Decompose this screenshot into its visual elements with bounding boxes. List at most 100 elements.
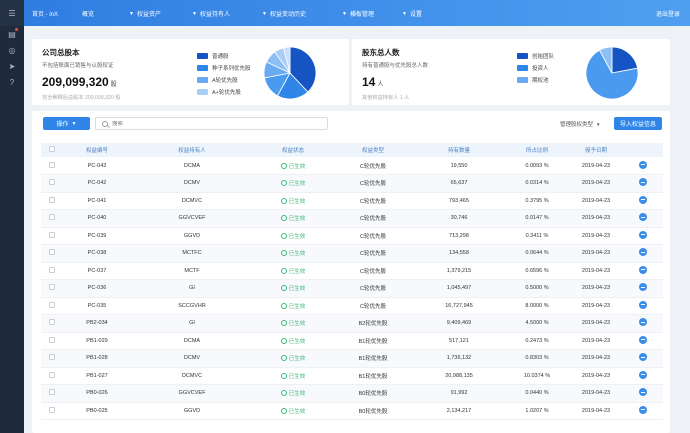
table-cell: 已生效 bbox=[253, 402, 333, 420]
row-action-button[interactable] bbox=[639, 248, 647, 257]
document-icon[interactable]: ▤ bbox=[0, 26, 24, 42]
search-box[interactable] bbox=[95, 117, 328, 130]
sort-equity-type[interactable]: 管理股权类型 ▼ bbox=[560, 120, 600, 128]
check-circle-icon bbox=[280, 390, 287, 397]
table-row[interactable]: PB2-034 GI 已生效 B2轮优先股 9,409,469 4.5000 % 2019-… bbox=[41, 314, 663, 332]
logout-link[interactable]: 退出登录 bbox=[656, 9, 680, 18]
row-checkbox[interactable] bbox=[49, 406, 55, 413]
holders-legend: 创始团队 投资人 期权池 bbox=[517, 52, 554, 88]
row-checkbox[interactable] bbox=[49, 214, 55, 221]
table-row[interactable]: PC-037 MCTF 已生效 C轮优先股 1,379,215 0.6596 % 2019-… bbox=[41, 262, 663, 280]
row-action-button[interactable] bbox=[639, 300, 647, 309]
row-checkbox[interactable] bbox=[49, 354, 55, 361]
table-cell: 0.0093 % bbox=[525, 162, 549, 169]
search-input[interactable] bbox=[112, 120, 312, 127]
row-checkbox[interactable] bbox=[49, 266, 55, 273]
check-circle-icon bbox=[280, 267, 287, 274]
row-action-button[interactable] bbox=[639, 388, 647, 397]
column-header[interactable]: 授予日期 bbox=[569, 143, 623, 157]
row-checkbox[interactable] bbox=[49, 161, 55, 168]
row-action-button[interactable] bbox=[639, 178, 647, 187]
legend-swatch bbox=[517, 77, 528, 83]
table-cell: GGVCVEF bbox=[178, 215, 206, 222]
row-checkbox[interactable] bbox=[49, 196, 55, 203]
table-cell: 已生效 bbox=[253, 262, 333, 280]
row-action-button[interactable] bbox=[639, 370, 647, 379]
caret-down-icon: ▼ bbox=[402, 10, 407, 17]
table-cell: 已生效 bbox=[253, 210, 333, 228]
table-cell: 30,746 bbox=[450, 215, 468, 222]
table-row[interactable]: PB0-025 GGVD 已生效 B0轮优先股 2,134,217 1.0207 % 201… bbox=[41, 402, 663, 420]
caret-down-icon: ▼ bbox=[129, 10, 134, 17]
send-icon[interactable]: ➤ bbox=[0, 58, 24, 74]
import-equity-button[interactable]: 导入权益信息 bbox=[614, 117, 662, 130]
row-checkbox[interactable] bbox=[49, 371, 55, 378]
table-cell: 19,550 bbox=[450, 162, 468, 169]
table-row[interactable]: PB1-029 DCMA 已生效 B1轮优先股 517,121 0.2473 % 2019-… bbox=[41, 332, 663, 350]
table-row[interactable]: PC-038 MCTFC 已生效 C轮优先股 134,558 0.0644 % 2019-0… bbox=[41, 244, 663, 262]
check-circle-icon bbox=[280, 232, 287, 239]
legend-swatch bbox=[197, 77, 208, 83]
table-row[interactable]: PC-043 DCMA 已生效 C轮优先股 19,550 0.0093 % 2019-04-… bbox=[41, 157, 663, 175]
column-header[interactable]: 权益状态 bbox=[253, 143, 333, 157]
row-action-button[interactable] bbox=[639, 213, 647, 222]
table-cell: 2019-04-23 bbox=[581, 215, 611, 222]
table-row[interactable]: PC-042 DCMV 已生效 C轮优先股 65,637 0.0314 % 2019-04-… bbox=[41, 174, 663, 192]
row-action-button[interactable] bbox=[639, 283, 647, 292]
table-row[interactable]: PC-041 DCMVC 已生效 C轮优先股 793,465 0.3795 % 2019-0… bbox=[41, 192, 663, 210]
nav-item-4[interactable]: ▼ 横板管理 bbox=[342, 9, 374, 19]
column-header[interactable]: 持有数量 bbox=[413, 143, 505, 157]
row-action-button[interactable] bbox=[639, 318, 647, 327]
operations-button[interactable]: 操作 ▼ bbox=[43, 117, 90, 130]
row-action-button[interactable] bbox=[639, 160, 647, 169]
nav-item-5[interactable]: ▼ 设置 bbox=[402, 9, 422, 19]
equity-table: 权益编号 权益持有人 权益状态 权益类型 持有数量 所占比例 授予日期 PC-043 DCMA… bbox=[41, 143, 663, 420]
row-checkbox[interactable] bbox=[49, 336, 55, 343]
legend-item: 创始团队 bbox=[517, 52, 554, 60]
check-circle-icon bbox=[280, 197, 287, 204]
row-checkbox[interactable] bbox=[49, 389, 55, 396]
table-row[interactable]: PB1-027 DCMVC 已生效 B1轮优先股 20,988,135 10.0374 %… bbox=[41, 367, 663, 385]
nav-item-0[interactable]: 概览 bbox=[82, 9, 94, 18]
column-header[interactable]: 权益编号 bbox=[63, 143, 131, 157]
row-action-button[interactable] bbox=[639, 335, 647, 344]
column-header[interactable]: 权益持有人 bbox=[131, 143, 253, 157]
brand[interactable]: 首页 - inX bbox=[24, 9, 82, 18]
notification-dot bbox=[15, 28, 18, 31]
help-icon[interactable]: ? bbox=[0, 74, 24, 90]
table-row[interactable]: PC-040 GGVCVEF 已生效 C轮优先股 30,746 0.0147 % 2019-… bbox=[41, 209, 663, 228]
nav-item-2[interactable]: ▼ 权益持有人 bbox=[192, 9, 230, 19]
table-row[interactable]: PB1-028 DCMV 已生效 B1轮优先股 1,736,132 0.8303 % 201… bbox=[41, 349, 663, 367]
nav-item-3[interactable]: ▼ 权益变动历史 bbox=[262, 9, 306, 19]
table-cell: MCTF bbox=[184, 267, 200, 274]
row-checkbox[interactable] bbox=[49, 284, 55, 291]
table-row[interactable]: PB0-026 GGVCVEF 已生效 B0轮优先股 91,992 0.0440 % 201… bbox=[41, 384, 663, 402]
table-row[interactable]: PC-039 GGVD 已生效 C轮优先股 713,298 0.3411 % 2019-04… bbox=[41, 227, 663, 245]
legend-item: 期权池 bbox=[517, 76, 554, 84]
table-cell: B1轮优先股 bbox=[358, 338, 388, 345]
row-checkbox[interactable] bbox=[49, 249, 55, 256]
table-cell: MCTFC bbox=[182, 250, 202, 257]
row-action-button[interactable] bbox=[639, 353, 647, 362]
chat-icon[interactable]: ◎ bbox=[0, 42, 24, 58]
row-action-button[interactable] bbox=[639, 230, 647, 239]
row-action-button[interactable] bbox=[639, 265, 647, 274]
column-header[interactable]: 所占比例 bbox=[505, 143, 569, 157]
table-cell: DCMV bbox=[183, 355, 201, 362]
row-checkbox[interactable] bbox=[49, 231, 55, 238]
table-row[interactable]: PC-036 GI 已生效 C轮优先股 1,045,497 0.5000 % 2019-04… bbox=[41, 279, 663, 297]
column-header[interactable]: 权益类型 bbox=[333, 143, 413, 157]
row-action-button[interactable] bbox=[639, 405, 647, 414]
table-cell: PB1-029 bbox=[86, 337, 108, 344]
table-row[interactable]: PC-035 SCCGVHR 已生效 C轮优先股 16,727,945 8.0000 % 2… bbox=[41, 297, 663, 315]
check-circle-icon bbox=[280, 355, 287, 362]
row-action-button[interactable] bbox=[639, 195, 647, 204]
row-checkbox[interactable] bbox=[49, 179, 55, 186]
menu-icon[interactable]: ☰ bbox=[0, 0, 24, 26]
table-cell: PB1-028 bbox=[86, 355, 108, 362]
nav-item-1[interactable]: ▼ 权益资产 bbox=[129, 9, 161, 19]
caret-down-icon: ▼ bbox=[342, 10, 347, 17]
row-checkbox[interactable] bbox=[49, 319, 55, 326]
row-checkbox[interactable] bbox=[49, 301, 55, 308]
select-all-checkbox[interactable] bbox=[49, 146, 55, 152]
